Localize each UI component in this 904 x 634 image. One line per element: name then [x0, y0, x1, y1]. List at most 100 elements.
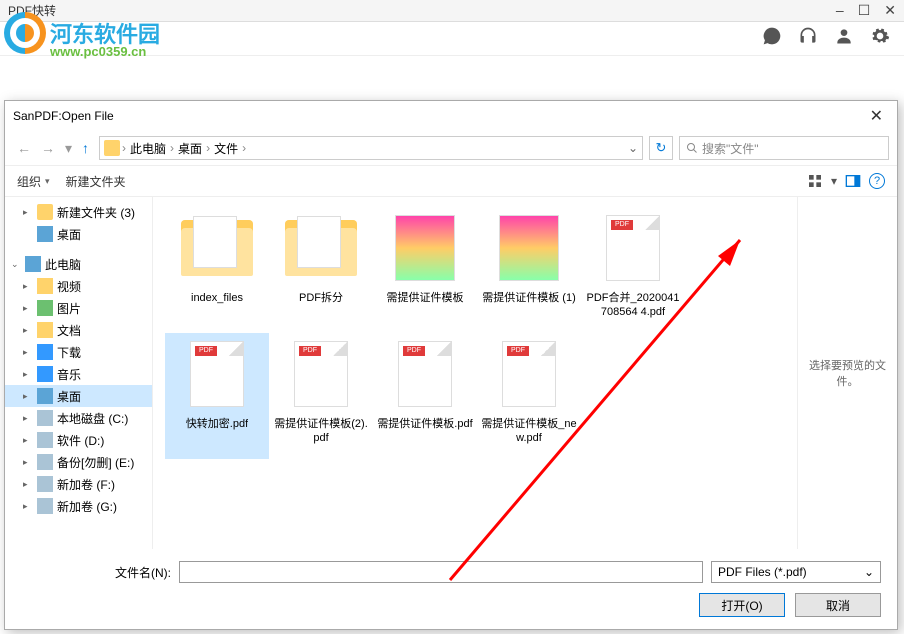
breadcrumb-pc[interactable]: 此电脑 [128, 140, 168, 157]
file-item[interactable]: PDF 快转加密.pdf [165, 333, 269, 459]
tree-item[interactable]: ▸新加卷 (G:) [5, 495, 152, 517]
breadcrumb-sep: › [170, 141, 174, 155]
nav-back-button[interactable]: ← [13, 138, 35, 159]
close-button[interactable]: ✕ [884, 2, 896, 19]
dialog-titlebar[interactable]: SanPDF:Open File ✕ [5, 101, 897, 131]
preview-pane-button[interactable] [845, 173, 861, 189]
open-button[interactable]: 打开(O) [699, 593, 785, 617]
pdf-icon: PDF [398, 341, 452, 407]
tree-label: 图片 [57, 300, 81, 317]
organize-button[interactable]: 组织 [17, 173, 41, 190]
watermark-logo-icon [4, 12, 46, 54]
minimize-button[interactable]: – [836, 2, 844, 19]
tree-label: 视频 [57, 278, 81, 295]
tree-caret-icon[interactable]: ▸ [23, 391, 33, 402]
tree-item[interactable]: ▸ 视频 [5, 275, 152, 297]
filename-input[interactable] [179, 561, 703, 583]
file-open-dialog: SanPDF:Open File ✕ ← → ▾ ↑ › 此电脑 › 桌面 › … [4, 100, 898, 630]
image-icon [395, 215, 455, 281]
tree-label: 此电脑 [45, 256, 81, 273]
chat-icon[interactable] [762, 26, 782, 51]
file-name: 需提供证件模板(2).pdf [273, 417, 369, 446]
maximize-button[interactable]: ☐ [858, 2, 871, 19]
tree-item[interactable]: ▸ 下载 [5, 341, 152, 363]
nav-forward-button[interactable]: → [37, 138, 59, 159]
tree-folder-icon [37, 204, 53, 220]
tree-item[interactable]: ▸ 新加卷 (F:) [5, 473, 152, 495]
file-item[interactable]: PDF需提供证件模板_new.pdf [477, 333, 581, 459]
tree-caret-icon[interactable]: ⌄ [11, 259, 21, 270]
tree-item[interactable]: 桌面 [5, 223, 152, 245]
gear-icon[interactable] [870, 26, 890, 51]
chevron-down-icon: ⌄ [864, 565, 874, 579]
file-item[interactable]: PDF 需提供证件模板.pdf [373, 333, 477, 459]
file-item[interactable]: 需提供证件模板 [373, 207, 477, 333]
tree-item[interactable]: ⌄ 此电脑 [5, 253, 152, 275]
search-input[interactable]: 搜索"文件" [679, 136, 889, 160]
watermark-url: www.pc0359.cn [50, 44, 146, 59]
file-name: 需提供证件模板 [387, 291, 464, 305]
tree-item[interactable]: ▸新建文件夹 (3) [5, 201, 152, 223]
tree-item[interactable]: ▸文档 [5, 319, 152, 341]
tree-item[interactable]: ▸ 图片 [5, 297, 152, 319]
nav-up-button[interactable]: ↑ [78, 138, 93, 159]
tree-caret-icon[interactable]: ▸ [23, 325, 33, 336]
tree-caret-icon[interactable]: ▸ [23, 303, 33, 314]
tree-item[interactable]: ▸桌面 [5, 385, 152, 407]
tree-label: 新加卷 (F:) [57, 476, 115, 493]
tree-caret-icon[interactable]: ▸ [23, 347, 33, 358]
tree-caret-icon[interactable]: ▸ [23, 281, 33, 292]
file-item[interactable]: PDF需提供证件模板(2).pdf [269, 333, 373, 459]
tree-caret-icon[interactable]: ▸ [23, 457, 33, 468]
file-item[interactable]: PDFPDF合并_2020041708564 4.pdf [581, 207, 685, 333]
view-icons-button[interactable] [807, 173, 823, 189]
file-name: index_files [191, 291, 243, 305]
refresh-button[interactable]: ↻ [649, 136, 673, 160]
file-name: PDF拆分 [299, 291, 343, 305]
filename-row: 文件名(N): PDF Files (*.pdf) ⌄ [21, 561, 881, 583]
help-button[interactable]: ? [869, 173, 885, 189]
tree-caret-icon[interactable]: ▸ [23, 479, 33, 490]
filetype-select[interactable]: PDF Files (*.pdf) ⌄ [711, 561, 881, 583]
dialog-close-button[interactable]: ✕ [864, 106, 889, 126]
breadcrumb-folder[interactable]: 文件 [212, 140, 240, 157]
user-icon[interactable] [834, 26, 854, 51]
preview-pane: 选择要预览的文件。 [797, 197, 897, 549]
tree-caret-icon[interactable]: ▸ [23, 413, 33, 424]
organize-dropdown[interactable]: ▾ [45, 176, 50, 187]
tree-item[interactable]: ▸软件 (D:) [5, 429, 152, 451]
button-row: 打开(O) 取消 [21, 593, 881, 617]
tree-label: 下载 [57, 344, 81, 361]
nav-history-dropdown[interactable]: ▾ [61, 138, 76, 159]
breadcrumb-dropdown[interactable]: ⌄ [628, 141, 638, 155]
file-grid[interactable]: index_filesPDF拆分需提供证件模板需提供证件模板 (1)PDFPDF… [153, 197, 797, 549]
dialog-bottom: 文件名(N): PDF Files (*.pdf) ⌄ 打开(O) 取消 [5, 549, 897, 629]
pdf-icon: PDF [606, 215, 660, 281]
tree-item[interactable]: ▸备份[勿删] (E:) [5, 451, 152, 473]
tree-item[interactable]: ▸ 本地磁盘 (C:) [5, 407, 152, 429]
tree-caret-icon[interactable]: ▸ [23, 207, 33, 218]
tree-folder-icon [37, 226, 53, 242]
file-item[interactable]: index_files [165, 207, 269, 333]
folder-tree[interactable]: ▸新建文件夹 (3)桌面⌄此电脑▸视频▸图片▸文档▸下载▸音乐▸桌面▸本地磁盘 … [5, 197, 153, 549]
search-icon [686, 142, 698, 154]
folder-icon [285, 220, 357, 276]
tree-caret-icon[interactable]: ▸ [23, 501, 33, 512]
tree-folder-icon [37, 322, 53, 338]
file-name: 快转加密.pdf [186, 417, 248, 431]
tree-caret-icon[interactable]: ▸ [23, 369, 33, 380]
new-folder-button[interactable]: 新建文件夹 [66, 173, 126, 190]
file-name: 需提供证件模板.pdf [377, 417, 472, 431]
tree-caret-icon[interactable]: ▸ [23, 435, 33, 446]
tree-label: 本地磁盘 (C:) [57, 410, 128, 427]
pdf-icon: PDF [190, 341, 244, 407]
view-dropdown[interactable]: ▾ [831, 174, 837, 188]
breadcrumb[interactable]: › 此电脑 › 桌面 › 文件 › ⌄ [99, 136, 643, 160]
headphones-icon[interactable] [798, 26, 818, 51]
file-item[interactable]: PDF拆分 [269, 207, 373, 333]
image-icon [499, 215, 559, 281]
file-item[interactable]: 需提供证件模板 (1) [477, 207, 581, 333]
tree-item[interactable]: ▸音乐 [5, 363, 152, 385]
breadcrumb-desktop[interactable]: 桌面 [176, 140, 204, 157]
cancel-button[interactable]: 取消 [795, 593, 881, 617]
